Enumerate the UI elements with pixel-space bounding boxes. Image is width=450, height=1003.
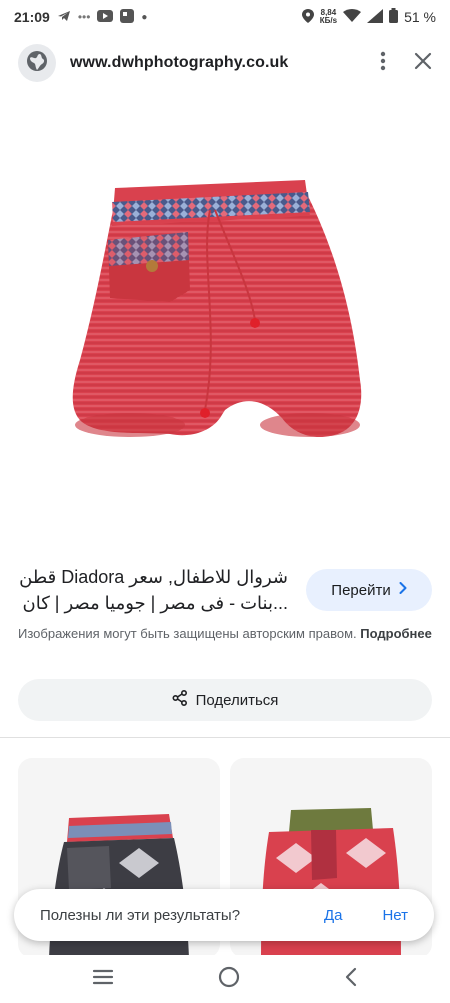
home-icon[interactable] xyxy=(218,966,240,993)
share-button[interactable]: Поделиться xyxy=(18,679,432,721)
url-text[interactable]: www.dwhphotography.co.uk xyxy=(70,54,380,72)
result-title-row: شروال للاطفال, سعر Diadora قطن ...بنات -… xyxy=(0,560,450,620)
learn-more-link[interactable]: Подробнее xyxy=(360,626,432,641)
site-info-button[interactable] xyxy=(18,44,56,82)
recent-apps-icon[interactable] xyxy=(92,968,114,991)
section-divider xyxy=(0,737,450,738)
speed-unit: КБ/s xyxy=(319,16,338,25)
chevron-right-icon xyxy=(399,581,407,599)
copyright-notice: Изображения могут быть защищены авторски… xyxy=(18,624,432,643)
globe-icon xyxy=(26,50,48,77)
feedback-no-button[interactable]: Нет xyxy=(382,907,408,924)
status-bar: 21:09 ••• ● 8,84 КБ/s 51 % xyxy=(0,0,450,34)
telegram-icon xyxy=(57,9,71,26)
share-label: Поделиться xyxy=(195,691,279,709)
result-title-line1: شروال للاطفال, سعر Diadora قطن xyxy=(19,567,288,587)
feedback-prompt: Полезны ли эти результаты? Да Нет xyxy=(14,889,434,941)
location-icon xyxy=(301,8,314,26)
battery-icon xyxy=(389,8,399,26)
notification-dot-icon: ● xyxy=(141,11,148,23)
hero-image[interactable] xyxy=(0,92,450,547)
signal-icon xyxy=(367,8,384,26)
result-title[interactable]: شروال للاطفال, سعر Diadora قطن ...بنات -… xyxy=(18,564,306,616)
system-nav-bar xyxy=(0,955,450,1003)
copyright-text: Изображения могут быть защищены авторски… xyxy=(18,626,357,641)
status-time: 21:09 xyxy=(14,9,50,25)
wifi-icon xyxy=(343,8,362,26)
battery-percent: 51 % xyxy=(404,9,436,25)
network-speed: 8,84 КБ/s xyxy=(320,9,337,25)
go-to-site-button[interactable]: Перейти xyxy=(306,569,432,611)
app-icon xyxy=(120,8,135,26)
feedback-question: Полезны ли эти результаты? xyxy=(40,906,241,924)
share-icon xyxy=(172,689,188,710)
more-dots-icon: ••• xyxy=(77,10,91,24)
back-icon[interactable] xyxy=(344,967,358,992)
result-title-line2: ...بنات - فى مصر | جوميا مصر | كان xyxy=(22,593,288,613)
more-options-icon[interactable] xyxy=(380,51,386,76)
close-icon[interactable] xyxy=(414,52,432,75)
youtube-icon xyxy=(97,9,114,25)
go-button-label: Перейти xyxy=(331,581,391,599)
address-bar: www.dwhphotography.co.uk xyxy=(0,34,450,92)
feedback-yes-button[interactable]: Да xyxy=(324,907,343,924)
harem-pants-image xyxy=(72,179,362,437)
